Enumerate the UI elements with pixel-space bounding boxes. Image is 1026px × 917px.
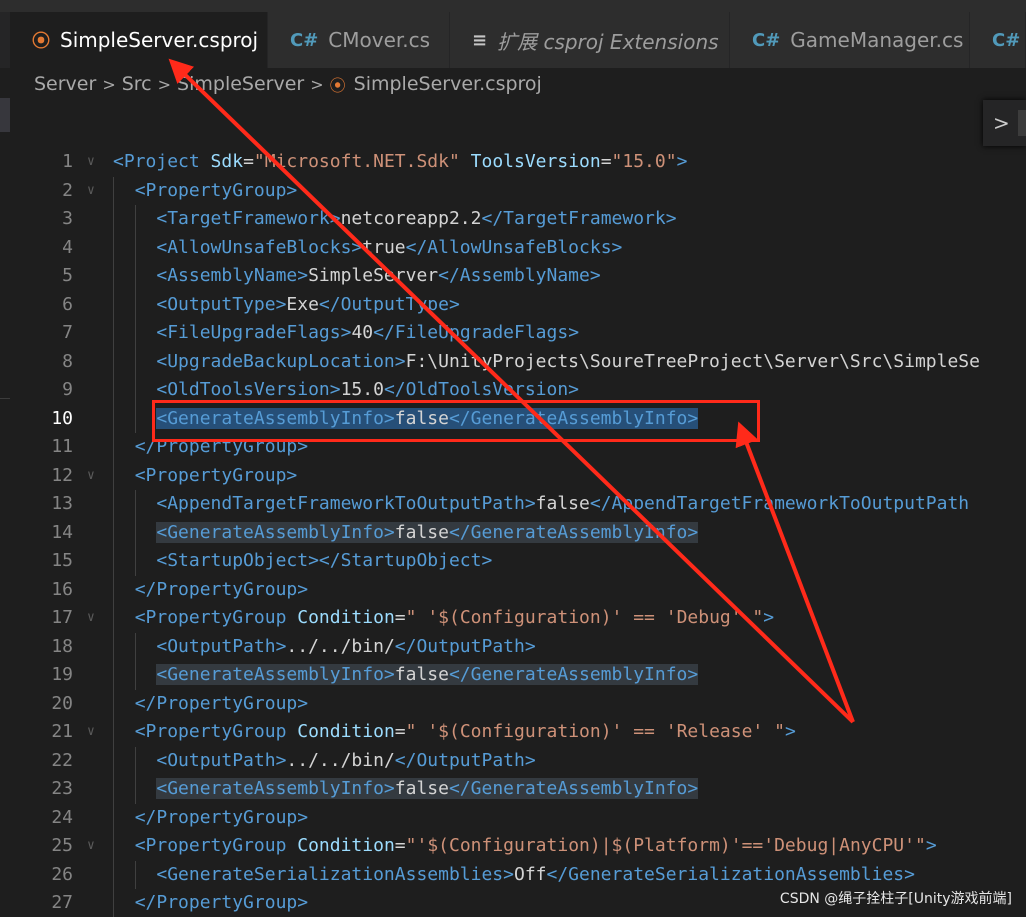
annotation-arrows: [168, 58, 855, 724]
arrow-to-tab: [168, 58, 855, 724]
watermark: CSDN @绳子拴柱子[Unity游戏前端]: [779, 891, 1012, 907]
arrow-to-line-10: [735, 421, 855, 723]
